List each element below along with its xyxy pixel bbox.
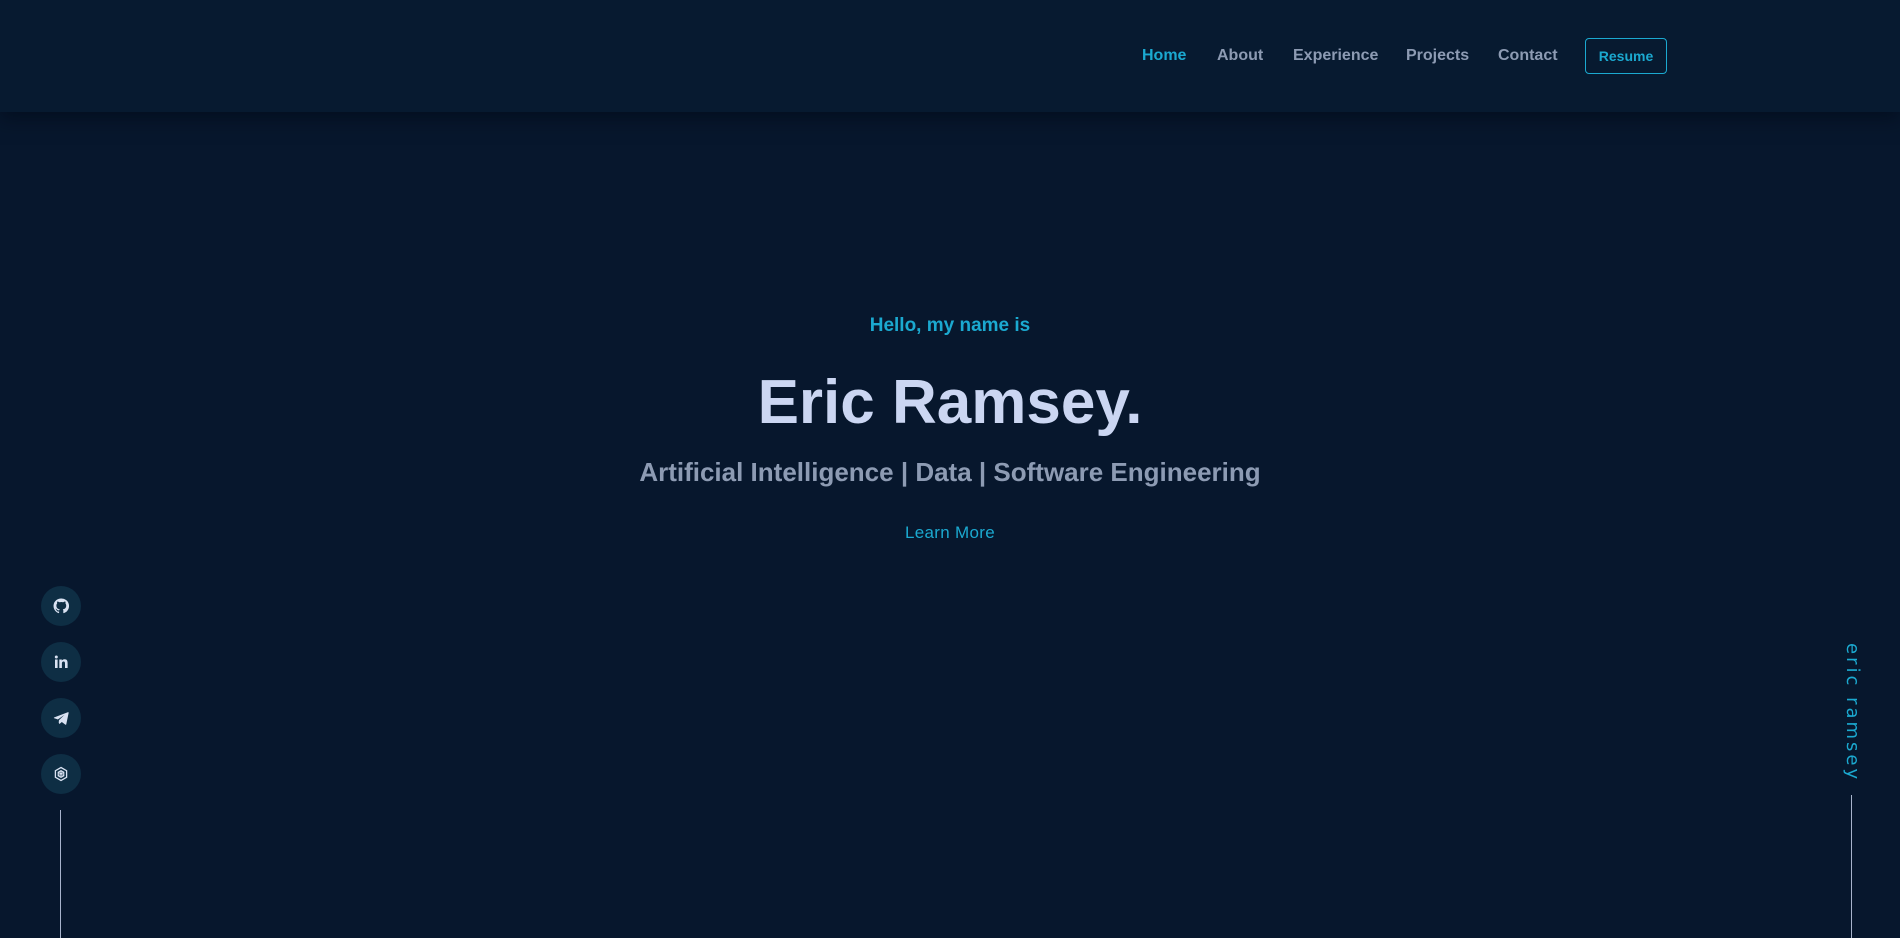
left-rail-line [60,810,61,938]
linkedin-icon [54,655,68,668]
github-icon [53,598,69,614]
hero-tagline: Artificial Intelligence | Data | Softwar… [639,457,1261,487]
top-navbar: Home About Experience Projects Contact R… [0,0,1900,112]
telegram-link[interactable] [41,698,81,738]
learn-more-link[interactable]: Learn More [905,523,995,542]
nav-link-experience[interactable]: Experience [1293,46,1378,66]
nav-link-about[interactable]: About [1217,46,1263,66]
resume-button[interactable]: Resume [1585,38,1667,74]
nav-link-home[interactable]: Home [1142,46,1186,66]
page: Home About Experience Projects Contact R… [0,0,1900,938]
telegram-icon [53,712,69,725]
hero-greeting: Hello, my name is [869,315,1031,336]
hero-name: Eric Ramsey. [757,368,1143,437]
hexagon-logo-link[interactable] [41,754,81,794]
right-rail-line [1851,795,1852,938]
nav-link-contact[interactable]: Contact [1498,46,1558,66]
hexagon-logo-icon [54,766,68,782]
side-brand-link[interactable]: eric ramsey [1838,643,1866,782]
linkedin-link[interactable] [41,642,81,682]
github-link[interactable] [41,586,81,626]
nav-link-projects[interactable]: Projects [1406,46,1469,66]
hero-cta-wrapper: Learn More [0,522,1900,545]
